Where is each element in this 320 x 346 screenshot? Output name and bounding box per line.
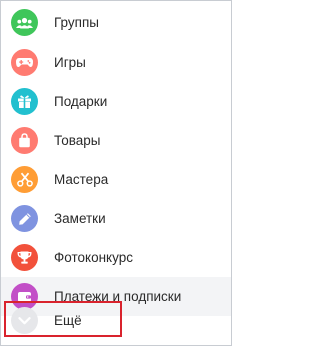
menu-item-label: Фотоконкурс: [54, 250, 133, 265]
menu-item-label: Мастера: [54, 172, 109, 187]
menu-item-gifts[interactable]: Подарки: [1, 82, 231, 121]
menu-item-notes[interactable]: Заметки: [1, 199, 231, 238]
menu-item-label: Ещё: [54, 313, 82, 328]
shopping-bag-icon: [11, 127, 38, 154]
menu-item-groups[interactable]: Группы: [1, 1, 231, 43]
menu-panel: Группы Игры Подарки Товары Мастера Замет…: [0, 0, 232, 346]
menu-item-label: Заметки: [54, 211, 106, 226]
menu-item-games[interactable]: Игры: [1, 43, 231, 82]
menu-item-masters[interactable]: Мастера: [1, 160, 231, 199]
pencil-icon: [11, 205, 38, 232]
groups-icon: [11, 9, 38, 36]
menu-item-label: Игры: [54, 55, 86, 70]
menu-item-more[interactable]: Ещё: [1, 301, 231, 341]
scissors-icon: [11, 166, 38, 193]
menu-item-label: Товары: [54, 133, 101, 148]
menu-item-photo-contest[interactable]: Фотоконкурс: [1, 238, 231, 277]
gamepad-icon: [11, 49, 38, 76]
gift-icon: [11, 88, 38, 115]
menu-item-label: Подарки: [54, 94, 108, 109]
trophy-icon: [11, 244, 38, 271]
menu-item-goods[interactable]: Товары: [1, 121, 231, 160]
menu-item-label: Группы: [54, 15, 99, 30]
chevron-down-icon: [11, 307, 38, 334]
main-menu: Группы Игры Подарки Товары Мастера Замет…: [1, 1, 231, 316]
